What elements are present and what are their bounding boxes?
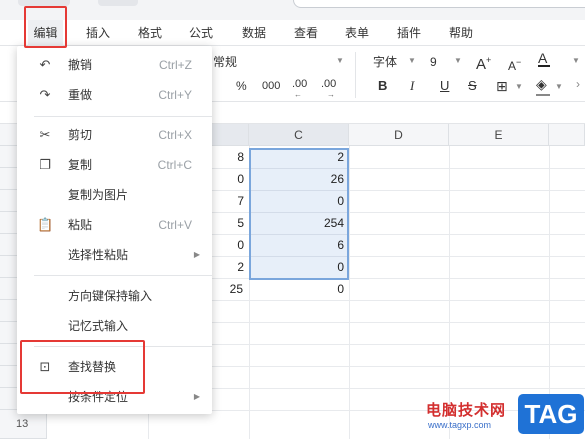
menu-item-label: 选择性粘贴 [68, 248, 129, 262]
top-strip [0, 0, 585, 20]
chevron-down-icon[interactable]: ▼ [515, 82, 523, 91]
menu-item-undo[interactable]: ↶ 撤销 Ctrl+Z [17, 51, 212, 79]
cell-c[interactable]: 254 [249, 212, 349, 234]
menu-item-label: 记忆式输入 [68, 319, 129, 333]
menu-item-label: 复制为图片 [68, 188, 129, 202]
watermark-url: www.tagxp.com [428, 420, 492, 430]
arrow-right-icon: → [327, 90, 335, 99]
cell-c[interactable]: 0 [249, 190, 349, 212]
copy-icon: ❐ [39, 157, 51, 172]
font-color-label: A [538, 50, 548, 66]
menu-formula[interactable]: 公式 [185, 20, 217, 46]
menu-form[interactable]: 表单 [341, 20, 373, 46]
decimal-increase-label: .00 [321, 78, 337, 90]
chevron-right-icon: ▶ [193, 392, 200, 401]
plus-icon: + [486, 55, 492, 65]
menu-item-copy-as-image[interactable]: 复制为图片 [17, 181, 212, 209]
menu-item-paste[interactable]: 📋 粘贴 Ctrl+V [17, 211, 212, 239]
font-color-button[interactable]: A [538, 50, 550, 67]
menu-divider [34, 116, 212, 117]
menu-item-label: 剪切 [68, 128, 93, 142]
font-shrink-label: A [508, 59, 517, 73]
font-size-select[interactable]: 9 [430, 54, 437, 70]
undo-icon: ↶ [39, 57, 51, 72]
menu-item-paste-special[interactable]: 选择性粘贴 ▶ [17, 241, 212, 269]
italic-button[interactable]: I [410, 78, 414, 94]
search-box[interactable] [293, 0, 585, 8]
decimal-decrease-button[interactable]: .00 ← [292, 76, 308, 99]
font-grow-button[interactable]: A+ [476, 52, 491, 73]
menu-view[interactable]: 查看 [290, 20, 322, 46]
font-name-select[interactable]: 字体 [373, 54, 397, 70]
cell-c[interactable]: 6 [249, 234, 349, 256]
watermark-tag-logo: TAG [518, 394, 584, 434]
tab-stub[interactable] [98, 0, 138, 6]
bold-button[interactable]: B [378, 78, 387, 94]
menu-item-arrow-key-input[interactable]: 方向键保持输入 [17, 282, 212, 310]
cell-c[interactable]: 26 [249, 168, 349, 190]
cell-c[interactable]: 0 [249, 256, 349, 278]
strikethrough-button[interactable]: S [468, 78, 477, 94]
column-header-d[interactable]: D [349, 124, 449, 146]
menu-item-cut[interactable]: ✂ 剪切 Ctrl+X [17, 121, 212, 149]
menu-format[interactable]: 格式 [134, 20, 166, 46]
menu-item-label: 撤销 [68, 58, 93, 72]
chevron-right-icon[interactable]: › [576, 76, 580, 92]
menu-item-shortcut: Ctrl+C [157, 158, 192, 172]
cell-c[interactable]: 0 [249, 278, 349, 300]
number-format-select[interactable]: 常规 [213, 54, 237, 70]
menu-item-shortcut: Ctrl+Z [159, 58, 192, 72]
thousands-button[interactable]: 000 [262, 78, 280, 94]
border-icon[interactable]: ⊞ [496, 78, 508, 94]
font-shrink-button[interactable]: A− [508, 54, 521, 74]
menu-item-autocomplete-input[interactable]: 记忆式输入 [17, 312, 212, 340]
watermark: 电脑技术网 www.tagxp.com TAG [420, 388, 585, 439]
chevron-down-icon[interactable]: ▼ [408, 56, 416, 65]
menu-item-label: 方向键保持输入 [68, 289, 153, 303]
menu-data[interactable]: 数据 [238, 20, 270, 46]
fill-color-icon[interactable]: ◈ [536, 76, 547, 92]
toolbar-divider [355, 52, 356, 98]
underline-button[interactable]: U [440, 78, 449, 94]
chevron-down-icon[interactable]: ▼ [336, 56, 344, 65]
highlight-box-edit-menu [24, 6, 67, 48]
menu-item-label: 复制 [68, 158, 93, 172]
redo-icon: ↷ [39, 87, 51, 102]
highlight-box-find-replace [20, 340, 145, 394]
chevron-down-icon[interactable]: ▼ [572, 56, 580, 65]
menu-item-label: 重做 [68, 88, 93, 102]
minus-icon: − [516, 57, 522, 67]
menu-item-redo[interactable]: ↷ 重做 Ctrl+Y [17, 81, 212, 109]
row-header-13[interactable]: 13 [0, 410, 47, 439]
chevron-down-icon[interactable]: ▼ [555, 82, 563, 91]
menu-item-shortcut: Ctrl+V [158, 218, 192, 232]
scissors-icon: ✂ [39, 127, 51, 142]
column-header-e[interactable]: E [449, 124, 549, 146]
menu-bar: 编辑 插入 格式 公式 数据 查看 表单 插件 帮助 [0, 20, 585, 46]
font-grow-label: A [476, 56, 487, 73]
chevron-down-icon[interactable]: ▼ [454, 56, 462, 65]
menu-item-label: 粘贴 [68, 218, 93, 232]
percent-button[interactable]: % [236, 78, 247, 94]
paste-icon: 📋 [37, 217, 54, 232]
cell-c[interactable]: 2 [249, 146, 349, 168]
menu-help[interactable]: 帮助 [445, 20, 477, 46]
menu-plugin[interactable]: 插件 [393, 20, 425, 46]
decimal-increase-button[interactable]: .00 → [321, 76, 337, 99]
menu-insert[interactable]: 插入 [82, 20, 114, 46]
gridline [349, 146, 350, 439]
column-header-f[interactable] [549, 124, 585, 146]
fill-color-bar [536, 94, 550, 96]
menu-item-copy[interactable]: ❐ 复制 Ctrl+C [17, 151, 212, 179]
decimal-decrease-label: .00 [292, 78, 308, 90]
chevron-right-icon: ▶ [193, 250, 200, 259]
watermark-site-name: 电脑技术网 [426, 402, 507, 419]
arrow-left-icon: ← [294, 90, 302, 99]
menu-item-shortcut: Ctrl+X [158, 128, 192, 142]
column-header-c[interactable]: C [249, 124, 349, 146]
menu-item-shortcut: Ctrl+Y [158, 88, 192, 102]
menu-divider [34, 275, 212, 276]
